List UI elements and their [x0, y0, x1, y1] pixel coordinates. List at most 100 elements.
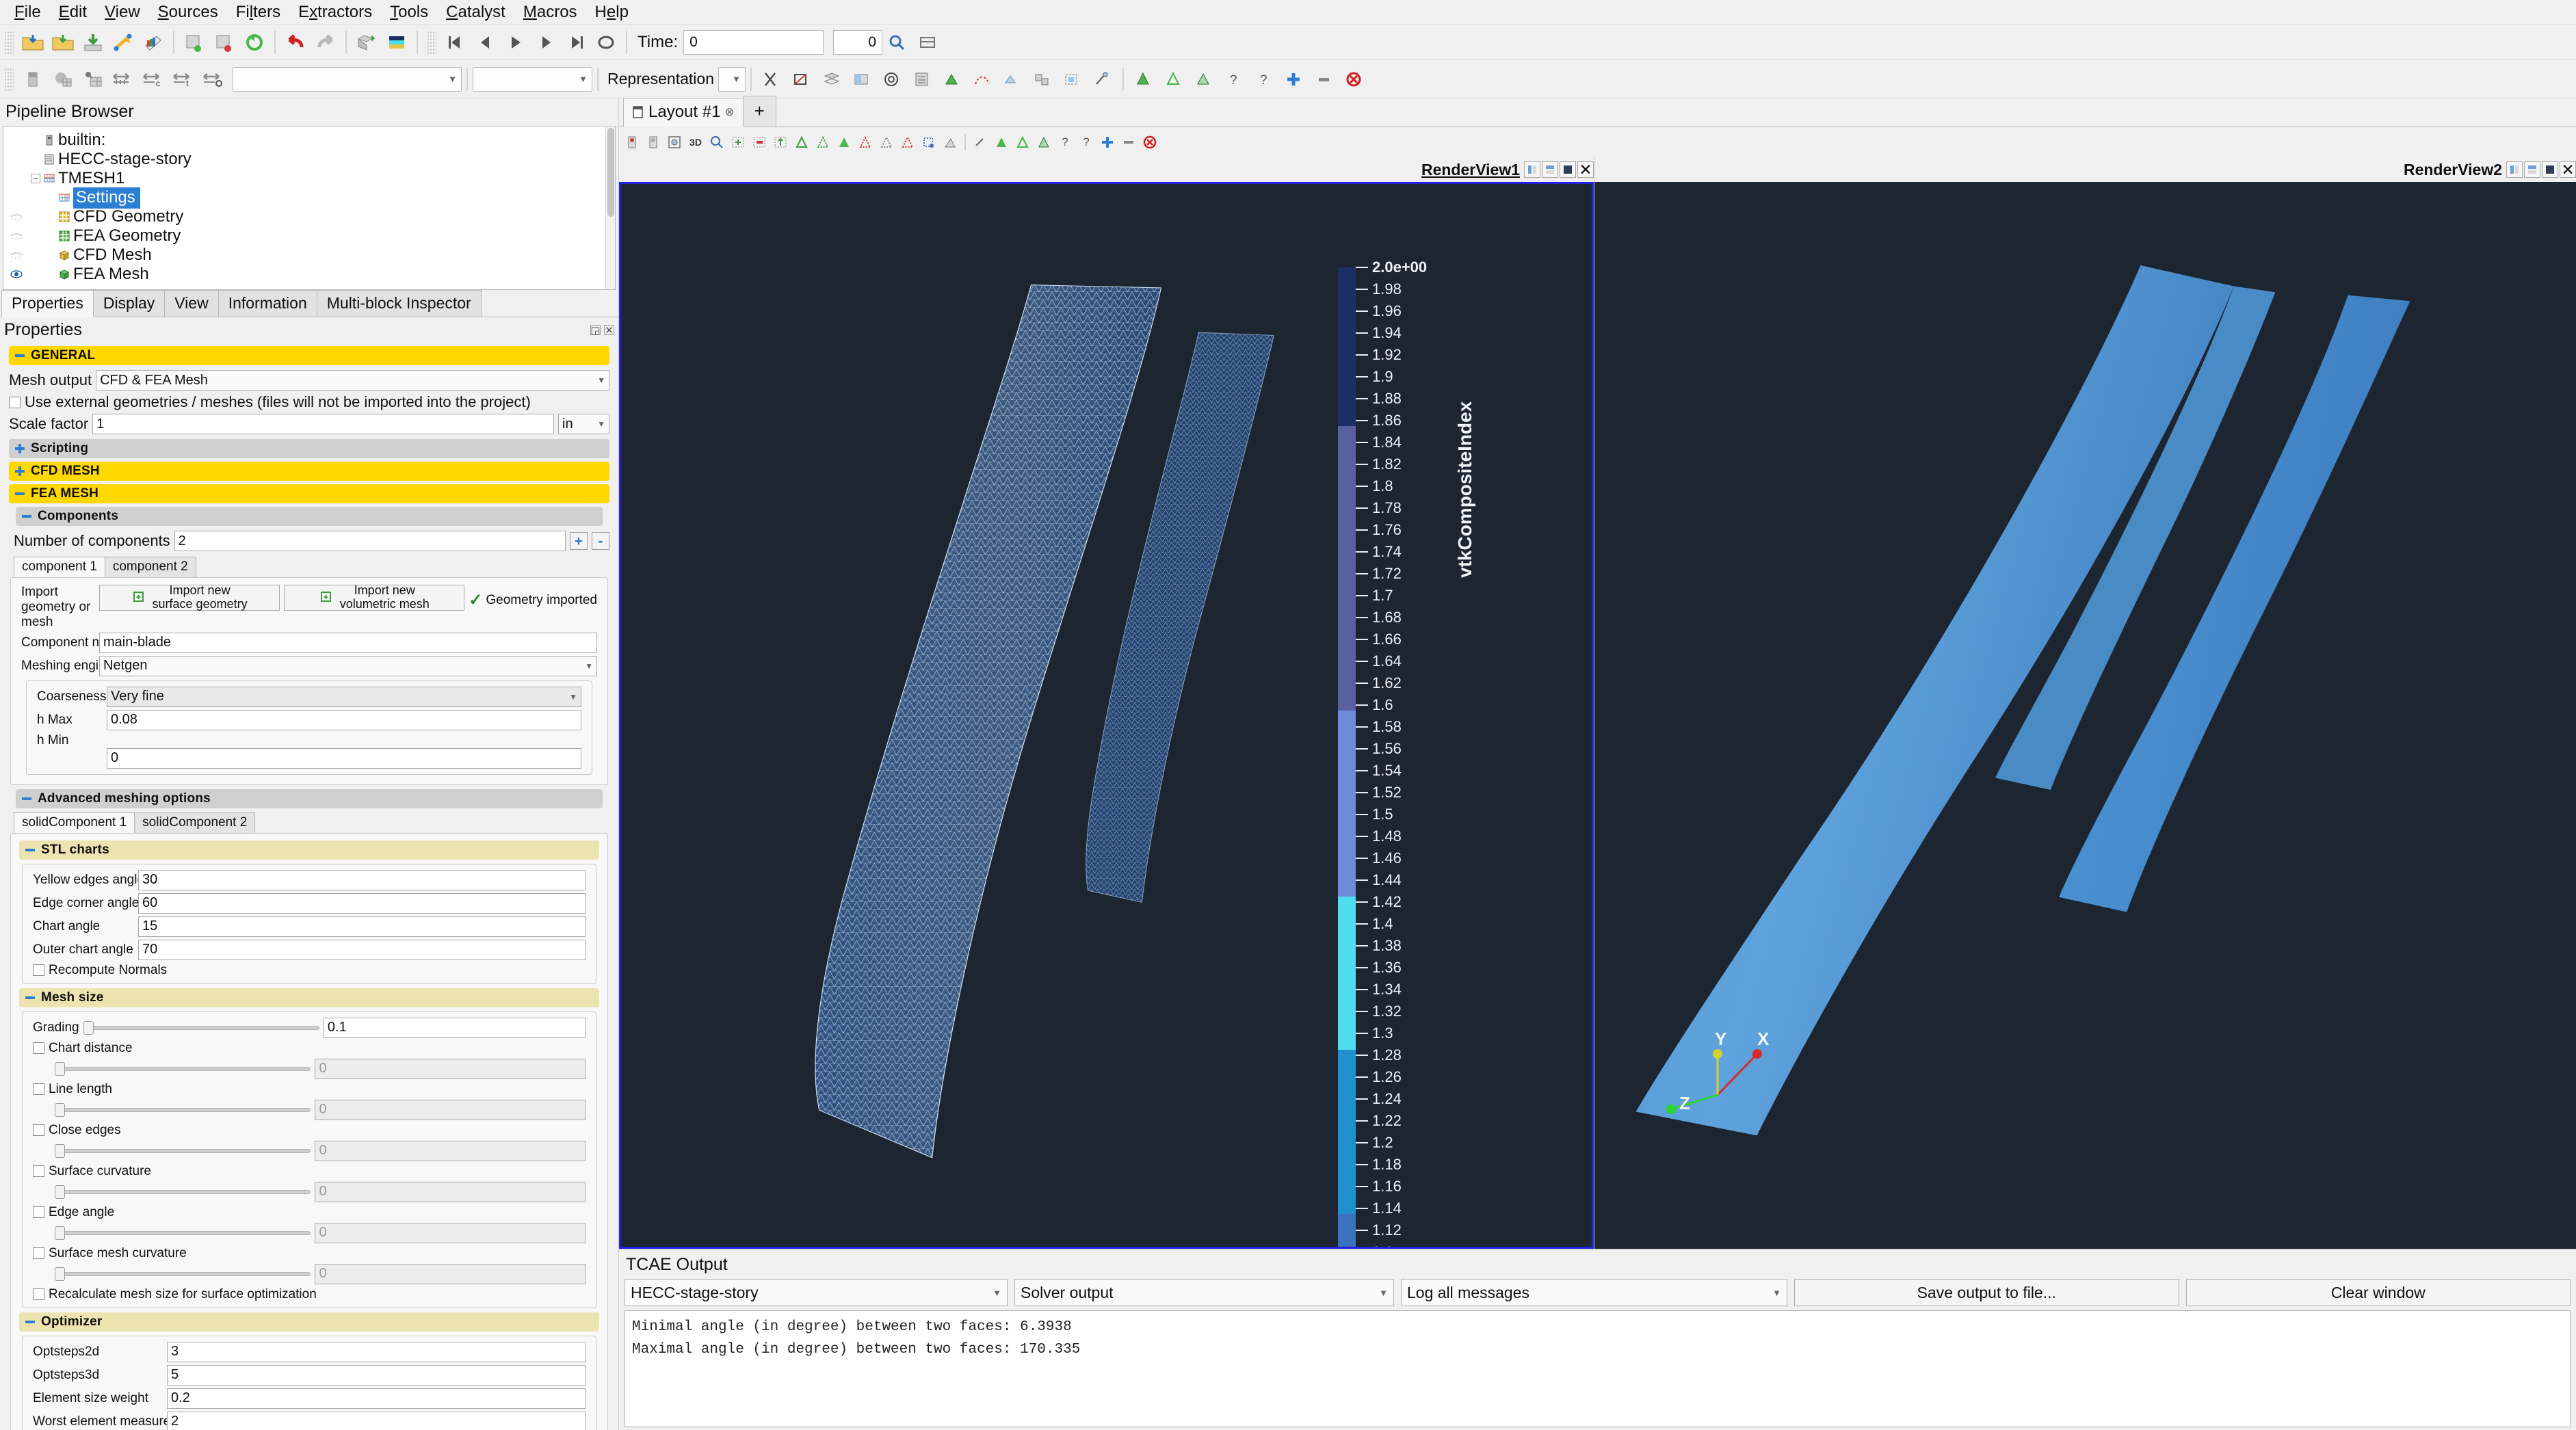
reset-session-icon[interactable] — [241, 29, 268, 56]
surface-curvature-input[interactable]: 0 — [315, 1181, 586, 1202]
recalculate-mesh-size-row[interactable]: Recalculate mesh size for surface optimi… — [28, 1286, 590, 1303]
output-source-combo[interactable]: Solver output ▼ — [1014, 1279, 1394, 1306]
split-horizontal-icon[interactable] — [2506, 161, 2523, 178]
pipeline-item-fea-geometry[interactable]: FEA Geometry — [3, 226, 615, 246]
edge-angle-row[interactable]: Edge angle — [28, 1204, 590, 1221]
output-project-combo[interactable]: HECC-stage-story ▼ — [625, 1279, 1008, 1306]
view-minus-y-icon[interactable] — [855, 132, 876, 153]
menu-item-filters[interactable]: Filters — [227, 3, 289, 22]
pipeline-item-builtin[interactable]: builtin: — [3, 131, 615, 150]
scale-unit-combo[interactable]: in ▼ — [558, 414, 609, 434]
chart-distance-checkbox[interactable] — [33, 1042, 44, 1055]
save-data-icon[interactable] — [79, 29, 107, 56]
section-scripting[interactable]: Scripting — [9, 439, 609, 458]
glyph-icon[interactable] — [938, 66, 966, 93]
split-vertical-icon[interactable] — [2524, 161, 2540, 178]
edge-angle-checkbox[interactable] — [33, 1206, 44, 1219]
frame-input[interactable]: 0 — [833, 29, 883, 55]
edit-center-icon[interactable] — [970, 132, 990, 153]
menu-item-macros[interactable]: Macros — [514, 3, 586, 22]
eye-hidden-icon[interactable] — [8, 211, 25, 222]
triangle-source-icon[interactable] — [1190, 66, 1218, 93]
add-layout-button[interactable]: + — [742, 96, 776, 127]
vcr-first-icon[interactable] — [442, 29, 469, 56]
section-cfd-mesh[interactable]: CFD MESH — [9, 462, 609, 481]
close-edges-input[interactable]: 0 — [315, 1140, 586, 1161]
calculator-icon[interactable] — [908, 66, 936, 93]
opt-optsteps3d-input[interactable]: 5 — [167, 1364, 586, 1386]
section-fea-mesh[interactable]: FEA MESH — [9, 484, 609, 503]
edge-angle-slider[interactable] — [55, 1226, 311, 1240]
help2-icon[interactable]: ? — [1250, 66, 1278, 93]
line-length-input[interactable]: 0 — [315, 1099, 586, 1120]
pipeline-scrollbar[interactable] — [605, 127, 615, 289]
line-length-row[interactable]: Line length — [28, 1081, 590, 1098]
camera-position-icon[interactable] — [622, 132, 642, 153]
grading-input[interactable]: 0.1 — [323, 1017, 586, 1038]
external-geometry-row[interactable]: Use external geometries / meshes (files … — [4, 392, 614, 412]
recompute-normals-checkbox[interactable] — [33, 964, 44, 977]
clear-window-button[interactable]: Clear window — [2185, 1279, 2571, 1306]
delete-icon[interactable] — [1341, 66, 1368, 93]
pipeline-item-cfd-geometry[interactable]: CFD Geometry — [3, 207, 615, 226]
output-filter-combo[interactable]: Log all messages ▼ — [1401, 1279, 1787, 1306]
rescale-visible-range-icon[interactable] — [200, 66, 227, 93]
vcr-forward-icon[interactable] — [532, 29, 560, 56]
section-mesh-size[interactable]: Mesh size — [19, 988, 599, 1007]
view-minus-z-icon[interactable] — [897, 132, 918, 153]
toggle-3d-icon[interactable]: 3D — [685, 132, 706, 153]
zoom-closest-icon[interactable] — [749, 132, 770, 153]
import-surface-geometry-button[interactable]: Import new surface geometry — [99, 583, 280, 611]
section-stl-charts[interactable]: STL charts — [19, 840, 599, 860]
split-horizontal-icon[interactable] — [1524, 161, 1540, 178]
import-volumetric-mesh-button[interactable]: Import new volumetric mesh — [284, 583, 465, 611]
vcr-back-icon[interactable] — [472, 29, 499, 56]
pipeline-item-hecc-stage-story[interactable]: HECC-stage-story — [3, 150, 615, 169]
tab-multi-block-inspector[interactable]: Multi-block Inspector — [316, 290, 482, 317]
view-z-icon[interactable] — [876, 132, 897, 153]
surface-mesh-curvature-checkbox[interactable] — [33, 1247, 44, 1260]
line-length-checkbox[interactable] — [33, 1083, 44, 1096]
surface-curvature-checkbox[interactable] — [33, 1165, 44, 1178]
meshing-engine-combo[interactable]: Netgen ▼ — [99, 655, 597, 676]
view-x-icon[interactable] — [791, 132, 812, 153]
stl-chart-angle-input[interactable]: 15 — [138, 916, 586, 937]
surface-mesh-curvature-row[interactable]: Surface mesh curvature — [28, 1245, 590, 1262]
external-geometry-checkbox[interactable] — [9, 396, 21, 408]
grading-slider[interactable] — [83, 1020, 319, 1035]
time-settings-icon[interactable] — [914, 29, 941, 56]
rescale-custom-icon[interactable] — [79, 66, 107, 93]
pipeline-item-fea-mesh[interactable]: FEA Mesh — [3, 265, 615, 284]
undo-icon[interactable] — [282, 29, 309, 56]
toolbar-grip-3[interactable] — [4, 67, 14, 91]
pipeline-item-tmesh1[interactable]: − TMESH1 — [3, 169, 615, 188]
vcr-last-icon[interactable] — [562, 29, 590, 56]
save-animation-icon[interactable] — [140, 29, 167, 56]
tree-expander-icon[interactable]: − — [31, 174, 40, 183]
opt-worst-element-measure-input[interactable]: 2 — [167, 1411, 586, 1430]
add-icon[interactable] — [1280, 66, 1308, 93]
layout-tab-1[interactable]: Layout #1 ⊗ — [623, 98, 744, 127]
tab-solidcomponent-1[interactable]: solidComponent 1 — [14, 812, 135, 833]
tab-view[interactable]: View — [164, 290, 219, 317]
stl-yellow-edges-angle-input[interactable]: 30 — [138, 869, 586, 890]
active-variable-icon[interactable] — [19, 66, 47, 93]
surface-curvature-slider[interactable] — [55, 1184, 311, 1199]
time-input[interactable]: 0 — [683, 29, 824, 55]
slice-icon[interactable] — [818, 66, 845, 93]
show-center-icon[interactable] — [991, 132, 1012, 153]
section-advanced-meshing[interactable]: Advanced meshing options — [16, 789, 603, 808]
reset-camera-icon[interactable] — [728, 132, 748, 153]
pipeline-item-cfd-mesh[interactable]: CFD Mesh — [3, 246, 615, 265]
section-general[interactable]: GENERAL — [9, 346, 609, 365]
tab-solidcomponent-2[interactable]: solidComponent 2 — [134, 812, 256, 833]
view-minus-x-icon[interactable] — [813, 132, 833, 153]
extract-block-icon[interactable] — [1059, 66, 1086, 93]
close-view-icon[interactable]: ✕ — [1577, 161, 1594, 178]
axes-grid-icon[interactable] — [1034, 132, 1054, 153]
line-length-slider[interactable] — [55, 1102, 311, 1117]
redo-icon[interactable] — [312, 29, 339, 56]
toolbar-grip-2[interactable] — [427, 30, 436, 54]
menu-item-file[interactable]: File — [5, 3, 50, 22]
menu-item-sources[interactable]: Sources — [149, 3, 227, 22]
